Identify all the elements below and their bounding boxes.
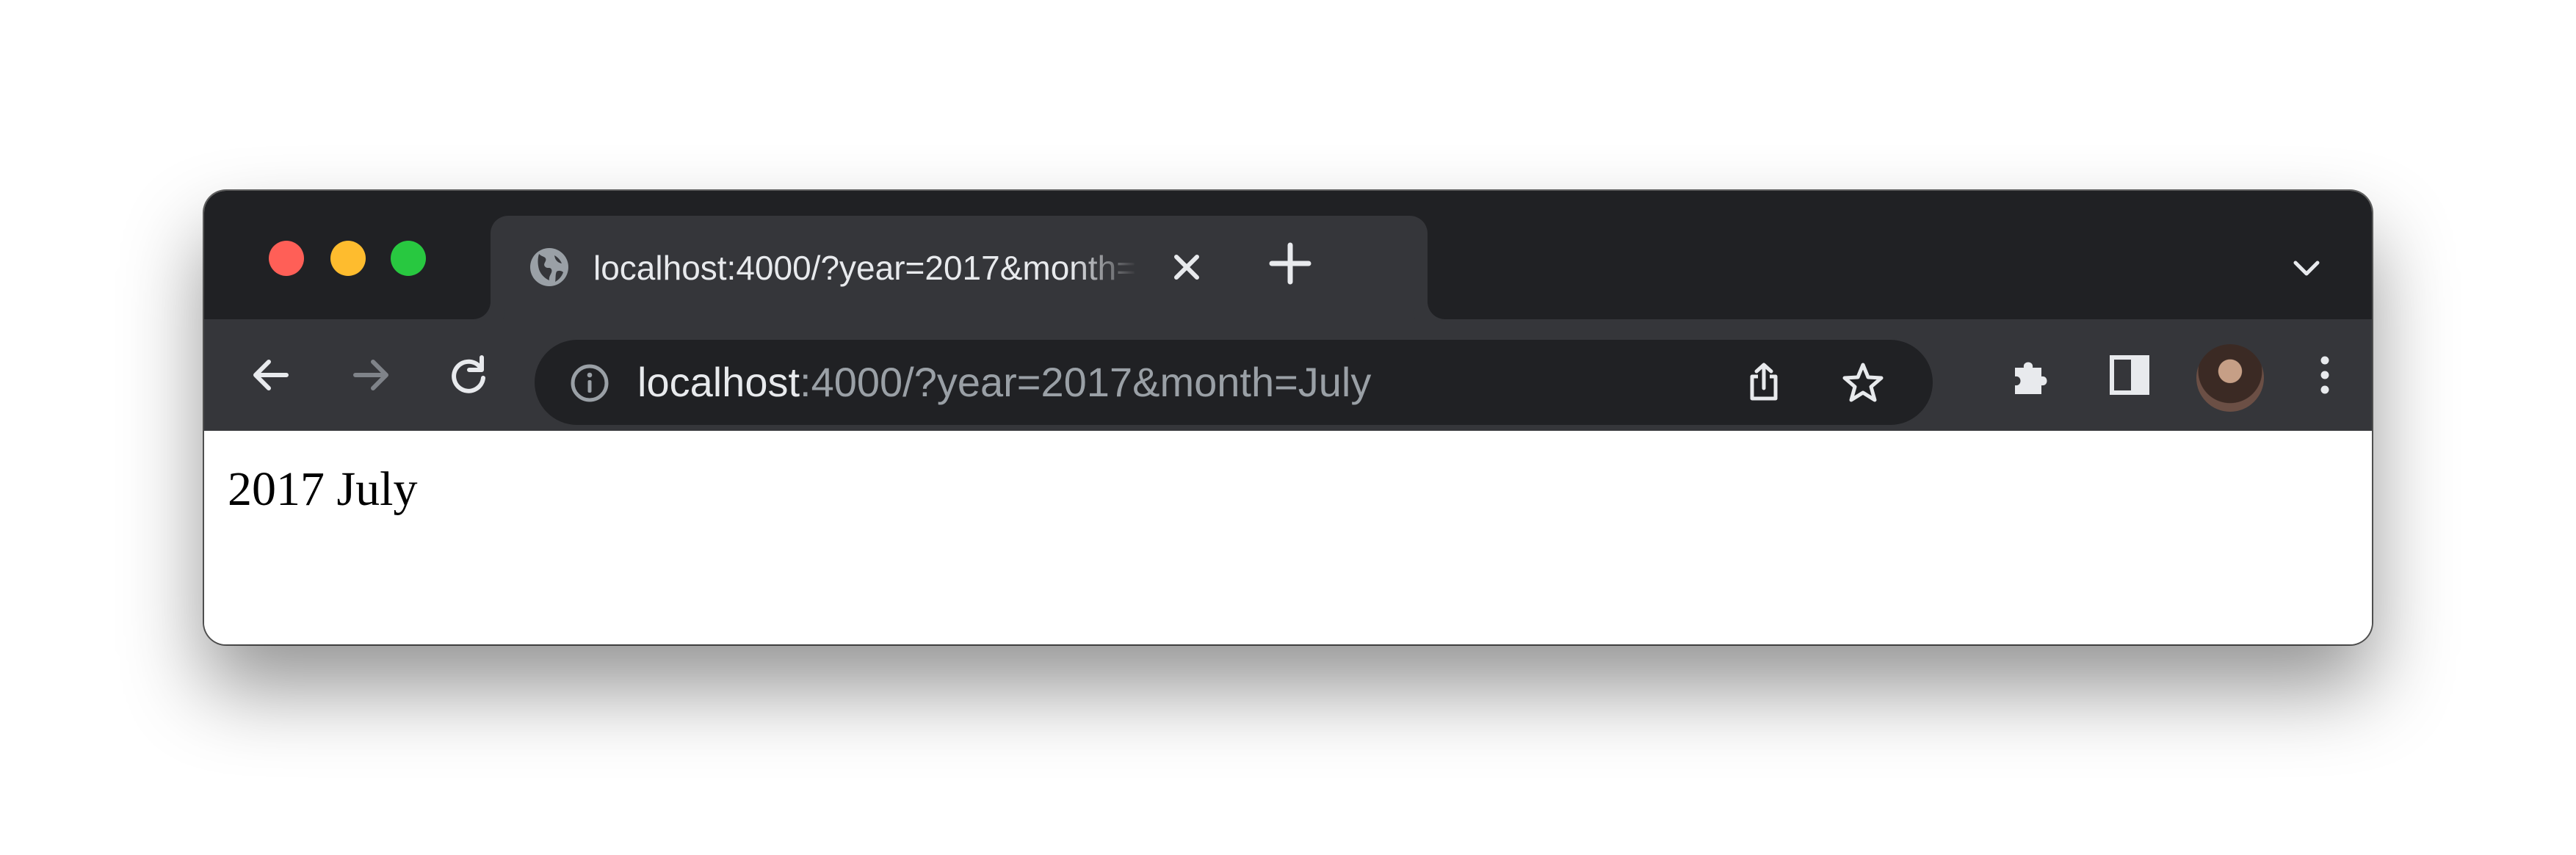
- close-window-button[interactable]: [269, 241, 304, 276]
- url-path: :4000/?year=2017&month=July: [800, 359, 1372, 405]
- profile-avatar[interactable]: [2196, 344, 2264, 412]
- browser-toolbar: localhost:4000/?year=2017&month=July: [204, 319, 2372, 431]
- url-text[interactable]: localhost:4000/?year=2017&month=July: [637, 359, 1371, 406]
- close-tab-icon[interactable]: [1166, 247, 1207, 288]
- browser-window: localhost:4000/?year=2017&month=July loc…: [204, 191, 2372, 644]
- info-icon[interactable]: [568, 362, 611, 404]
- page-text: 2017 July: [228, 462, 418, 516]
- back-arrow-icon[interactable]: [248, 352, 295, 399]
- bookmark-star-icon[interactable]: [1840, 360, 1886, 406]
- globe-icon: [530, 248, 568, 286]
- page-content: 2017 July: [204, 431, 2372, 644]
- title-bar: localhost:4000/?year=2017&month=July: [204, 191, 2372, 319]
- url-host: localhost: [637, 359, 800, 405]
- new-tab-icon[interactable]: [1267, 241, 1313, 286]
- puzzle-icon[interactable]: [2008, 352, 2055, 399]
- side-panel-icon[interactable]: [2106, 352, 2153, 399]
- zoom-window-button[interactable]: [391, 241, 426, 276]
- forward-arrow-icon[interactable]: [347, 352, 394, 399]
- share-icon[interactable]: [1742, 360, 1786, 404]
- chevron-down-icon[interactable]: [2288, 250, 2325, 286]
- kebab-menu-icon[interactable]: [2301, 352, 2348, 399]
- address-bar[interactable]: localhost:4000/?year=2017&month=July: [535, 340, 1933, 425]
- tab-title: localhost:4000/?year=2017&month=July: [593, 249, 1137, 287]
- reload-icon[interactable]: [445, 352, 492, 399]
- minimize-window-button[interactable]: [330, 241, 366, 276]
